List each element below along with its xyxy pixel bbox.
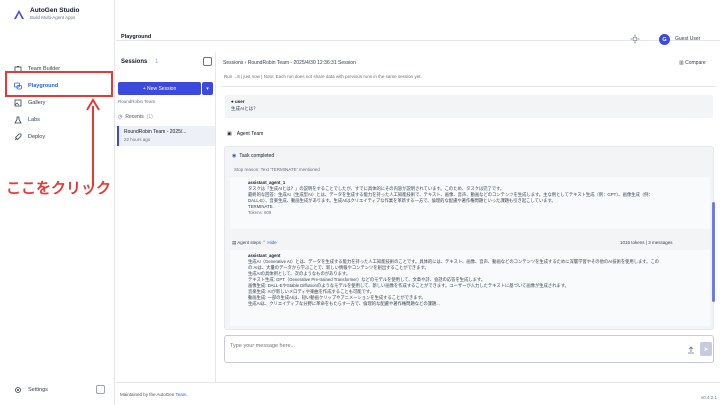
scrollbar[interactable] <box>712 202 715 302</box>
send-button[interactable]: ➤ <box>700 342 712 356</box>
run-info: Run ...8 | just now | Note: Each run doe… <box>224 74 422 79</box>
avatar[interactable]: G <box>659 34 670 45</box>
step-line: 生成AIは、クリエイティブな分野に革命をもたらす一方で、倫理的な配慮や著作権問題… <box>248 301 440 306</box>
clock-icon: ◷ <box>118 114 123 120</box>
brand: AutoGen Studio Build Multi-Agent Apps <box>13 7 79 21</box>
settings-button[interactable]: Settings <box>14 386 48 394</box>
agent-steps-toggle[interactable]: ▤ Agent steps ⌃ Hide <box>232 240 277 246</box>
sidebar-item-label: Gallery <box>28 99 46 106</box>
footer-text: Maintained by the AutoGen Team. <box>120 392 188 397</box>
sessions-collapse-button[interactable] <box>203 57 212 66</box>
message-text: 生成AIとは？ <box>231 106 258 111</box>
annotation-text: ここをクリック <box>6 180 112 197</box>
final-line: Tokens: 609 <box>248 210 272 215</box>
task-status: ◉ Task completed <box>232 153 275 159</box>
settings-icon <box>15 387 21 393</box>
sessions-panel: Sessions 1 + New Session ▾ RoundRobin Te… <box>116 52 216 382</box>
gallery-icon <box>14 99 22 106</box>
divider <box>221 86 716 87</box>
bot-icon: ▣ <box>227 131 232 137</box>
new-session-button[interactable]: + New Session <box>118 82 201 95</box>
settings-label: Settings <box>28 387 48 393</box>
sidebar: AutoGen Studio Build Multi-Agent Apps Te… <box>0 0 115 405</box>
sidebar-item-label: Deploy <box>28 133 46 140</box>
brand-subtitle: Build Multi-Agent Apps <box>30 15 76 20</box>
message-input[interactable] <box>230 343 630 349</box>
labs-icon <box>14 116 22 123</box>
version-label: v0.4.2.1 <box>701 395 718 400</box>
app-window: AutoGen Studio Build Multi-Agent Apps Te… <box>0 0 720 405</box>
session-name: RoundRobin Team - 2025/... <box>124 129 187 135</box>
chevron-down-icon: ▾ <box>206 85 209 92</box>
brand-title: AutoGen Studio <box>30 7 80 14</box>
session-list-item[interactable]: RoundRobin Team - 2025/... 22 hours ago <box>117 126 215 146</box>
upload-icon[interactable] <box>687 346 695 354</box>
page-title: Playground <box>121 34 152 40</box>
main-panel: Sessions › RoundRobin Team - 2025/4/30 1… <box>221 52 716 382</box>
message-author: ● user <box>231 99 245 104</box>
theme-toggle-icon[interactable] <box>630 34 640 44</box>
sidebar-item-label: Labs <box>28 116 40 123</box>
annotation-arrow-icon <box>86 98 100 186</box>
stop-reason: Stop reason: Text 'TERMINATE' mentioned <box>234 167 320 172</box>
user-name[interactable]: Guest User <box>675 36 700 42</box>
agent-team-result: ◉ Task completed Stop reason: Text 'TERM… <box>224 146 714 330</box>
session-time: 22 hours ago <box>124 137 151 142</box>
breadcrumb: Sessions › RoundRobin Team - 2025/4/30 1… <box>223 60 356 66</box>
user-message: ● user 生成AIとは？ <box>225 95 713 118</box>
hide-steps-link[interactable]: ⌃ Hide <box>262 240 276 245</box>
new-session-dropdown[interactable]: ▾ <box>202 82 213 95</box>
send-icon: ➤ <box>703 346 709 353</box>
annotation-highlight-box <box>5 71 113 97</box>
footer-team-link[interactable]: Team. <box>175 392 187 397</box>
recents-header[interactable]: ◷ Recents (1) <box>118 114 153 120</box>
final-message: assistant_agent_1 タスクは「生成AIとは？」の説明をすることで… <box>230 177 710 229</box>
message-composer: ➤ <box>224 335 714 363</box>
logo-icon <box>14 10 24 19</box>
sessions-title: Sessions 1 <box>121 59 159 65</box>
collapse-sidebar-button[interactable] <box>96 385 105 394</box>
check-circle-icon: ◉ <box>232 153 237 159</box>
deploy-icon <box>14 133 22 140</box>
compare-button[interactable]: ▥ Compare <box>679 60 706 66</box>
agent-team-header: ▣ Agent Team <box>227 131 264 137</box>
token-count: 1016 tokens | 3 messages <box>620 240 673 245</box>
agent-steps-list: assistant_agent 生成AI（Generative AI）とは、デー… <box>230 250 710 326</box>
footer: Maintained by the AutoGen Team. v0.4.2.1 <box>116 382 720 405</box>
selected-team: RoundRobin Team <box>118 99 156 104</box>
